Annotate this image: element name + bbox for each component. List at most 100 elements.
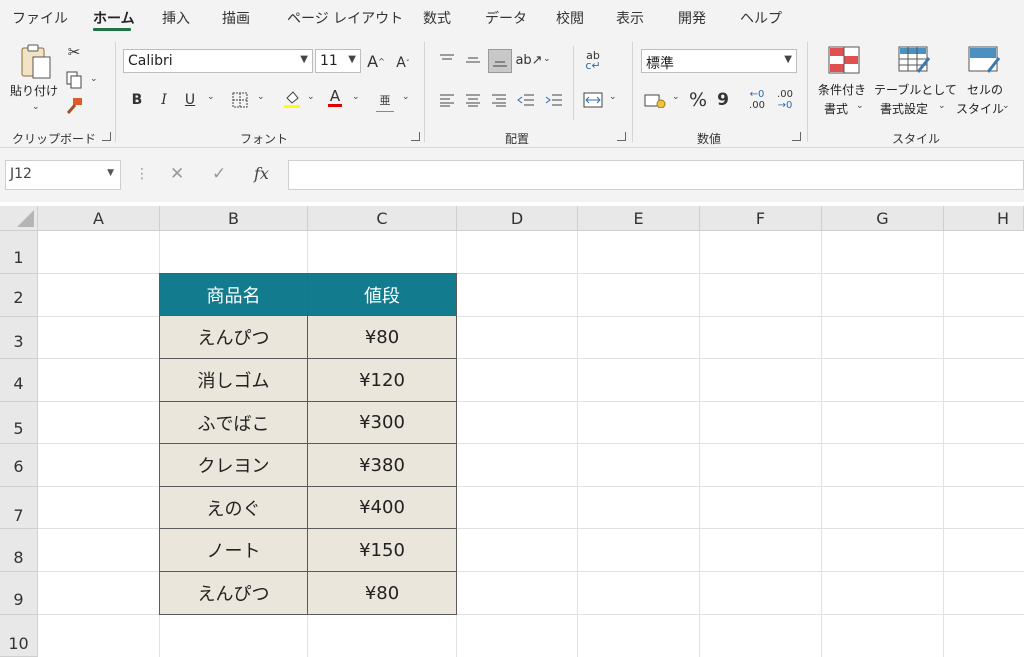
table-cell-price[interactable]: ¥80 xyxy=(308,316,456,359)
conditional-formatting-label[interactable]: 条件付き xyxy=(818,81,866,98)
tab-help[interactable]: ヘルプ xyxy=(740,8,782,28)
grow-font-icon[interactable]: A ^ xyxy=(366,50,386,72)
table-cell-price[interactable]: ¥120 xyxy=(308,359,456,402)
column-header-a[interactable]: A xyxy=(38,206,160,231)
header-cell-product[interactable]: 商品名 xyxy=(160,274,308,316)
underline-dropdown-icon[interactable]: ⌄ xyxy=(207,92,215,102)
column-header-g[interactable]: G xyxy=(822,206,944,231)
header-cell-price[interactable]: 値段 xyxy=(308,274,456,316)
phonetic-guide-icon[interactable]: 亜 xyxy=(376,88,394,112)
borders-icon[interactable] xyxy=(230,90,250,110)
row-header-9[interactable]: 9 xyxy=(0,572,38,615)
format-as-table-dropdown-icon[interactable]: ⌄ xyxy=(938,101,946,111)
column-header-c[interactable]: C xyxy=(308,206,457,231)
orientation-dropdown-icon[interactable]: ⌄ xyxy=(543,54,551,64)
borders-dropdown-icon[interactable]: ⌄ xyxy=(257,92,265,102)
align-left-icon[interactable] xyxy=(436,89,458,111)
cell-styles-dropdown-icon[interactable]: ⌄ xyxy=(1002,101,1010,111)
font-color-dropdown-icon[interactable]: ⌄ xyxy=(352,92,360,102)
italic-button[interactable]: I xyxy=(155,90,173,110)
number-format-combo[interactable]: 標準 ▼ xyxy=(641,49,797,73)
cell-styles-icon[interactable] xyxy=(966,44,1002,76)
tab-formulas[interactable]: 数式 xyxy=(423,8,451,28)
font-size-combo[interactable]: 11 ▼ xyxy=(315,49,361,73)
copy-dropdown-icon[interactable]: ⌄ xyxy=(90,74,98,84)
align-right-icon[interactable] xyxy=(488,89,510,111)
alignment-launcher-icon[interactable] xyxy=(617,132,626,141)
merge-dropdown-icon[interactable]: ⌄ xyxy=(609,92,617,102)
align-top-icon[interactable] xyxy=(436,49,458,71)
row-header-2[interactable]: 2 xyxy=(0,274,38,317)
accounting-dropdown-icon[interactable]: ⌄ xyxy=(672,92,680,102)
table-cell-name[interactable]: ノート xyxy=(160,529,308,572)
table-cell-name[interactable]: 消しゴム xyxy=(160,359,308,402)
shrink-font-icon[interactable]: Aˇ xyxy=(393,52,413,74)
conditional-formatting-icon[interactable] xyxy=(826,44,862,76)
font-launcher-icon[interactable] xyxy=(411,132,420,141)
fill-color-dropdown-icon[interactable]: ⌄ xyxy=(307,92,315,102)
decrease-indent-icon[interactable] xyxy=(515,89,537,111)
tab-developer[interactable]: 開発 xyxy=(678,8,706,28)
table-cell-price[interactable]: ¥380 xyxy=(308,444,456,487)
clipboard-launcher-icon[interactable] xyxy=(102,132,111,141)
comma-style-button[interactable]: 9 xyxy=(715,88,731,112)
fill-color-icon[interactable] xyxy=(282,88,302,110)
row-header-6[interactable]: 6 xyxy=(0,444,38,487)
table-cell-name[interactable]: えんぴつ xyxy=(160,572,308,614)
paste-icon[interactable] xyxy=(18,42,54,82)
tab-draw[interactable]: 描画 xyxy=(222,8,250,28)
format-painter-icon[interactable] xyxy=(64,96,84,116)
merge-center-icon[interactable] xyxy=(581,89,605,111)
column-header-f[interactable]: F xyxy=(700,206,822,231)
tab-home[interactable]: ホーム xyxy=(93,8,135,28)
format-as-table-label[interactable]: テーブルとして xyxy=(874,81,957,98)
row-header-5[interactable]: 5 xyxy=(0,402,38,444)
bold-button[interactable]: B xyxy=(128,90,146,110)
table-cell-name[interactable]: ふでばこ xyxy=(160,402,308,444)
align-bottom-icon[interactable] xyxy=(488,49,512,73)
tab-data[interactable]: データ xyxy=(485,8,527,28)
cut-icon[interactable]: ✂ xyxy=(66,42,82,62)
tab-file[interactable]: ファイル xyxy=(12,8,68,28)
accounting-format-icon[interactable] xyxy=(643,89,667,111)
tab-review[interactable]: 校閲 xyxy=(556,8,584,28)
table-cell-name[interactable]: えのぐ xyxy=(160,487,308,529)
wrap-text-icon[interactable]: ab c↵ xyxy=(581,49,605,73)
column-header-d[interactable]: D xyxy=(457,206,578,231)
table-cell-name[interactable]: クレヨン xyxy=(160,444,308,487)
copy-icon[interactable] xyxy=(64,70,84,90)
paste-dropdown-icon[interactable]: ⌄ xyxy=(32,102,40,112)
decrease-decimal-icon[interactable]: .00 →0 xyxy=(772,86,798,114)
increase-indent-icon[interactable] xyxy=(543,89,565,111)
number-launcher-icon[interactable] xyxy=(792,132,801,141)
phonetic-dropdown-icon[interactable]: ⌄ xyxy=(402,92,410,102)
row-header-8[interactable]: 8 xyxy=(0,529,38,572)
align-center-icon[interactable] xyxy=(462,89,484,111)
column-header-e[interactable]: E xyxy=(578,206,700,231)
row-header-7[interactable]: 7 xyxy=(0,487,38,529)
table-cell-price[interactable]: ¥400 xyxy=(308,487,456,529)
row-header-3[interactable]: 3 xyxy=(0,317,38,359)
format-as-table-icon[interactable] xyxy=(896,44,932,76)
conditional-formatting-label-2[interactable]: 書式 xyxy=(824,100,848,117)
tab-insert[interactable]: 挿入 xyxy=(162,8,190,28)
conditional-formatting-dropdown-icon[interactable]: ⌄ xyxy=(856,101,864,111)
orientation-icon[interactable]: ab↗ xyxy=(515,49,542,71)
formula-input[interactable] xyxy=(288,160,1024,190)
enter-icon[interactable]: ✓ xyxy=(212,164,226,184)
format-as-table-label-2[interactable]: 書式設定 xyxy=(880,100,928,117)
table-cell-price[interactable]: ¥300 xyxy=(308,402,456,444)
table-cell-name[interactable]: えんぴつ xyxy=(160,316,308,359)
paste-label[interactable]: 貼り付け xyxy=(10,82,58,99)
align-middle-icon[interactable] xyxy=(462,49,484,71)
tab-page-layout[interactable]: ページ レイアウト xyxy=(287,8,403,28)
cell-styles-label[interactable]: セルの xyxy=(967,81,1003,98)
tab-view[interactable]: 表示 xyxy=(616,8,644,28)
increase-decimal-icon[interactable]: ←0.00 xyxy=(744,86,770,114)
row-header-10[interactable]: 10 xyxy=(0,615,38,657)
cancel-icon[interactable]: ✕ xyxy=(170,164,184,184)
select-all-corner[interactable] xyxy=(0,206,38,231)
font-color-icon[interactable]: A xyxy=(326,86,344,110)
name-box[interactable]: J12 ▼ xyxy=(5,160,121,190)
row-header-4[interactable]: 4 xyxy=(0,359,38,402)
